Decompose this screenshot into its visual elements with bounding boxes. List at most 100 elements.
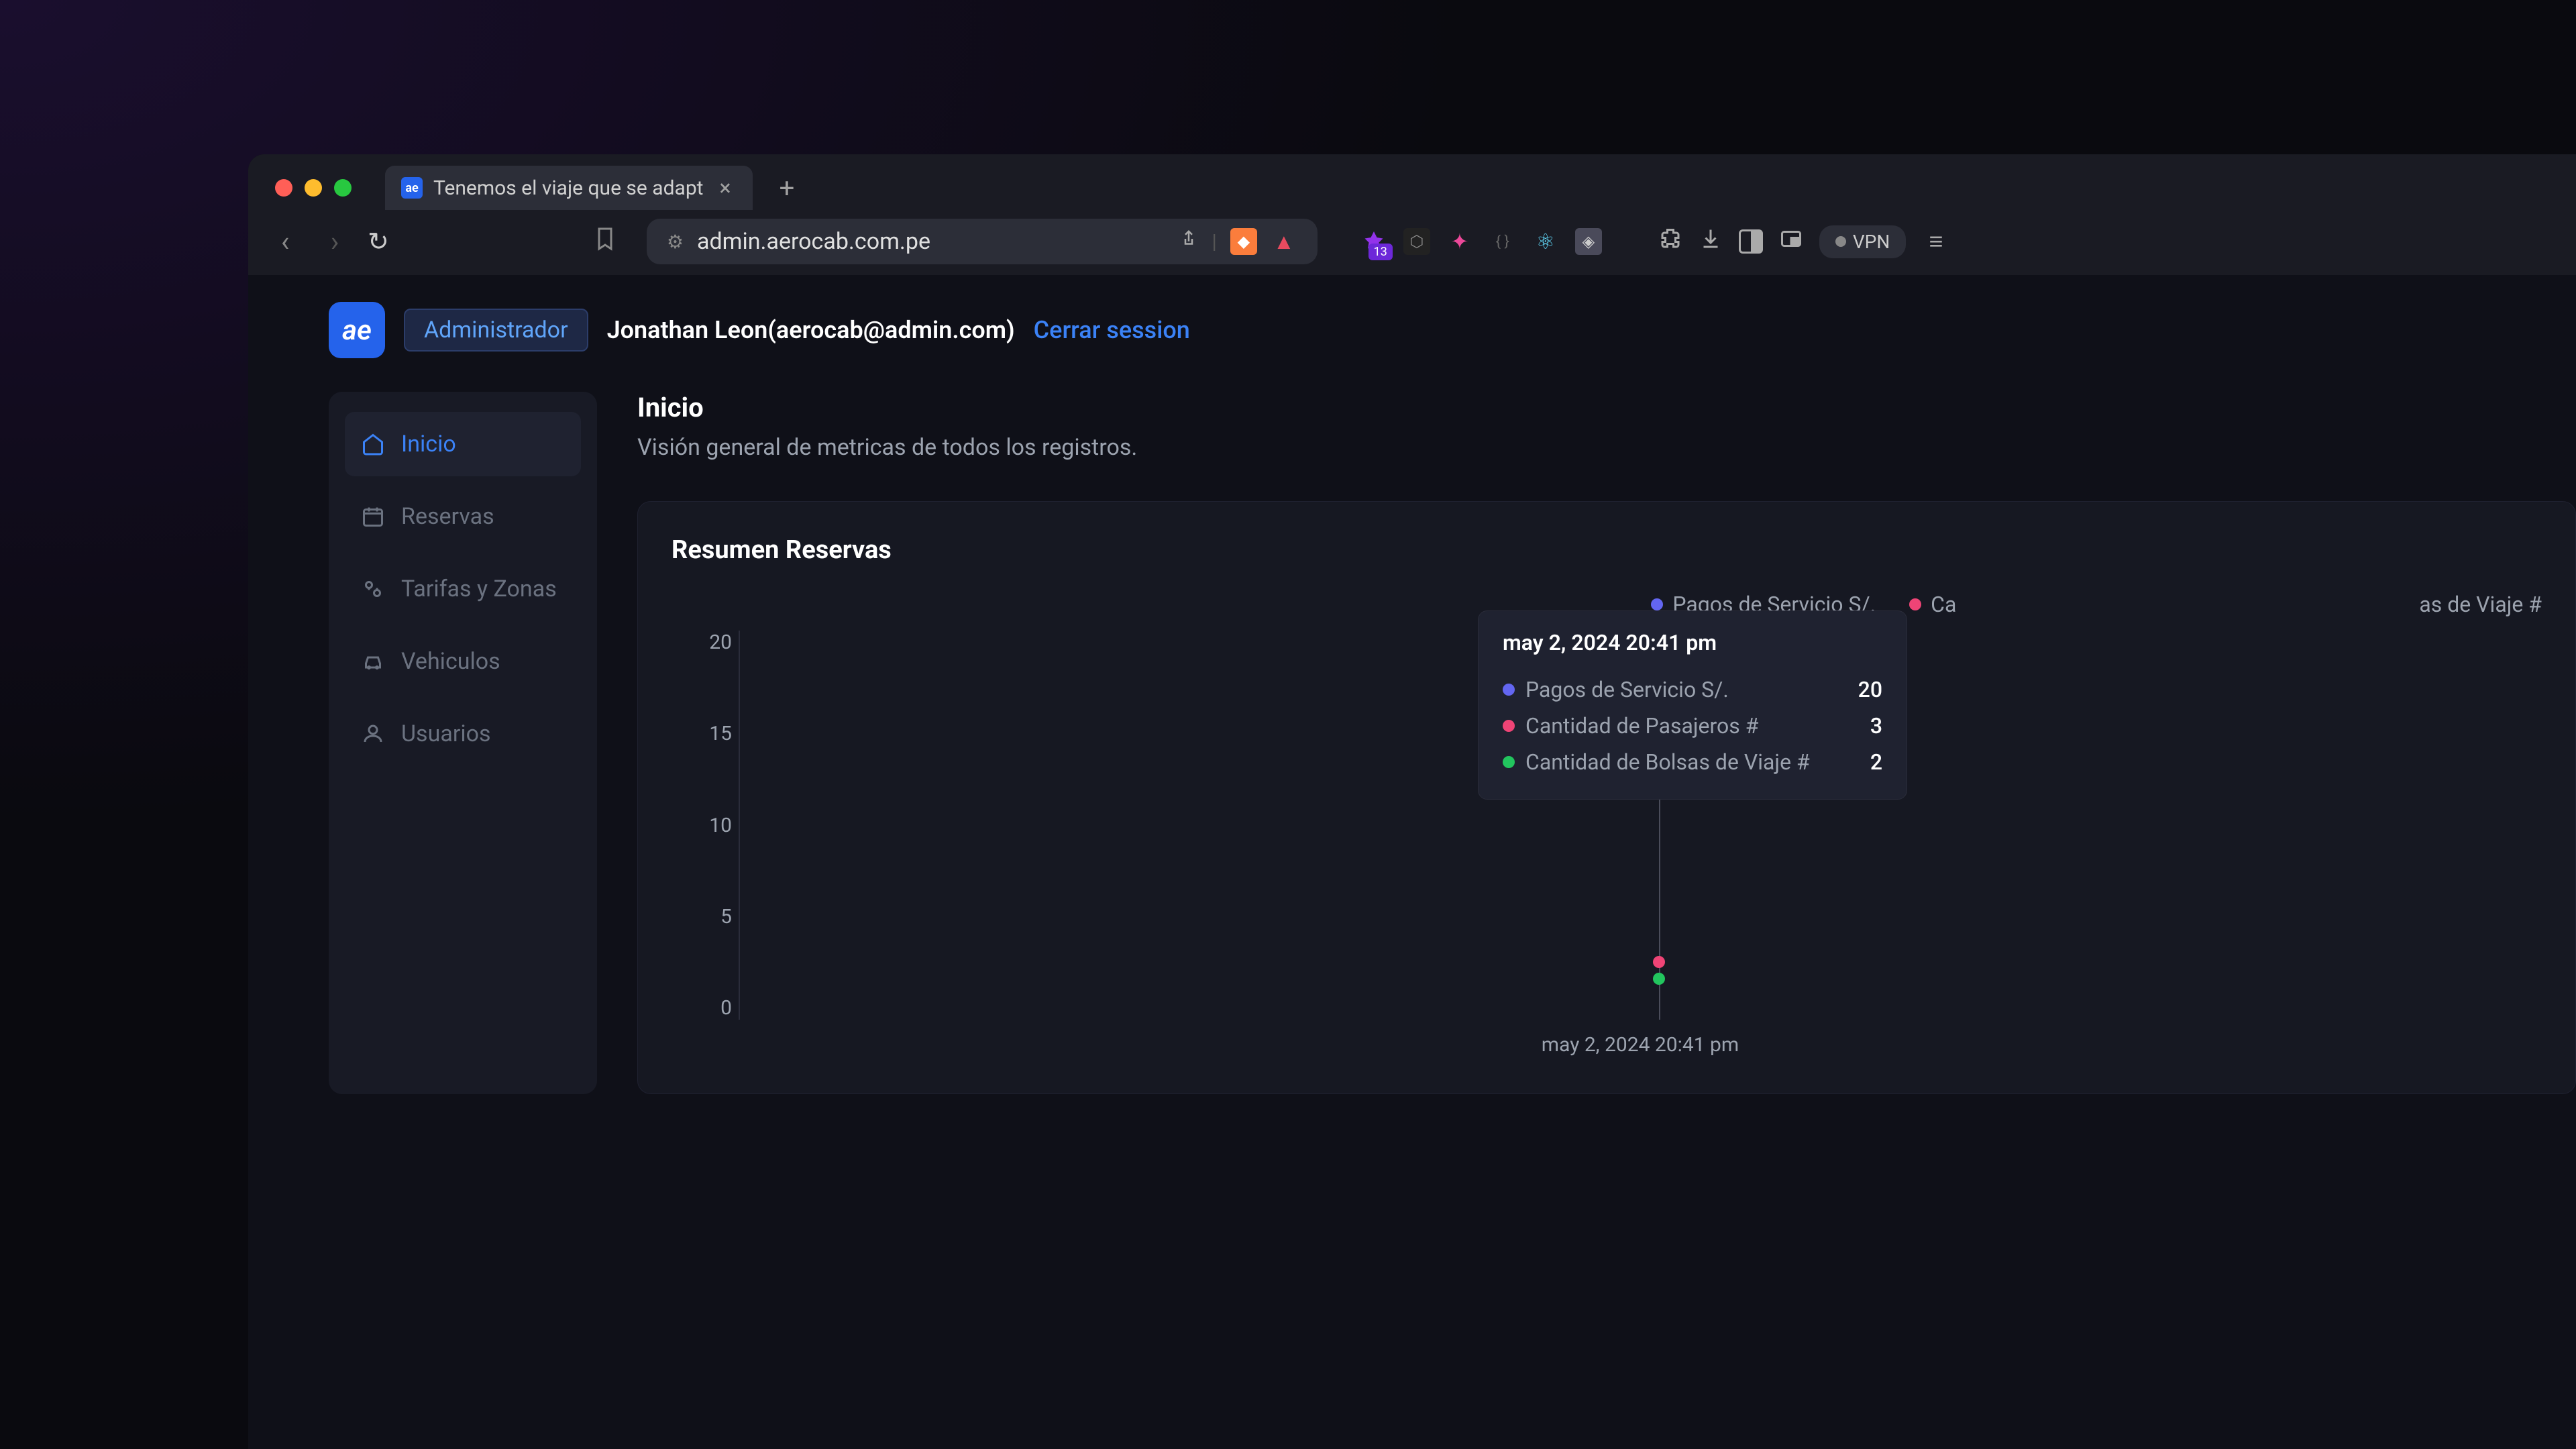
extension-icon-2[interactable]: ⬡ (1403, 228, 1430, 255)
tooltip-value: 3 (1870, 713, 1882, 739)
tooltip-label: Pagos de Servicio S/. (1525, 677, 1729, 702)
tooltip-row: Cantidad de Bolsas de Viaje # 2 (1503, 744, 1882, 780)
tooltip-dot-icon (1503, 720, 1515, 732)
tooltip-title: may 2, 2024 20:41 pm (1503, 630, 1882, 655)
tooltip-value: 2 (1870, 749, 1882, 775)
menu-button[interactable]: ≡ (1929, 227, 1943, 256)
window-close-button[interactable] (275, 179, 292, 197)
page-title: Inicio (637, 392, 2576, 423)
data-point-bolsas[interactable] (1653, 973, 1665, 985)
location-icon (361, 577, 385, 601)
logout-link[interactable]: Cerrar session (1034, 316, 1190, 344)
sidebar: Inicio Reservas Tarifas y Zonas (329, 392, 597, 1094)
y-tick: 0 (720, 996, 732, 1020)
legend-dot-icon (1909, 598, 1921, 610)
sidebar-item-label: Inicio (401, 431, 456, 458)
tab-bar: ae Tenemos el viaje que se adapt × + (248, 154, 2576, 208)
toolbar-right-group: VPN ≡ (1658, 225, 1943, 258)
brave-shield-icon[interactable]: ◆ (1230, 228, 1257, 255)
vpn-status-dot (1835, 236, 1846, 247)
calendar-icon (361, 504, 385, 529)
sidebar-toggle-button[interactable] (1739, 229, 1763, 254)
url-text: admin.aerocab.com.pe (697, 228, 1165, 255)
sidebar-item-tarifas[interactable]: Tarifas y Zonas (345, 557, 581, 621)
y-axis: 20 15 10 5 0 (672, 631, 732, 1020)
window-controls (262, 179, 352, 197)
x-axis-label: may 2, 2024 20:41 pm (739, 1020, 2542, 1057)
sidebar-item-usuarios[interactable]: Usuarios (345, 702, 581, 766)
tab-favicon: ae (401, 177, 423, 199)
app-header: ae Administrador Jonathan Leon(aerocab@a… (329, 302, 2576, 392)
legend-dot-icon (1651, 598, 1663, 610)
app-content: ae Administrador Jonathan Leon(aerocab@a… (248, 275, 2576, 1449)
extension-badge: 13 (1368, 244, 1393, 260)
tooltip-row: Pagos de Servicio S/. 20 (1503, 672, 1882, 708)
pip-button[interactable] (1779, 227, 1803, 257)
sidebar-item-reservas[interactable]: Reservas (345, 484, 581, 549)
vpn-label: VPN (1853, 231, 1890, 253)
url-bar[interactable]: ⚙ admin.aerocab.com.pe | ◆ ▲ (647, 219, 1318, 264)
share-button[interactable] (1179, 229, 1199, 254)
browser-tab[interactable]: ae Tenemos el viaje que se adapt × (385, 166, 753, 210)
tooltip-dot-icon (1503, 756, 1515, 768)
chart-card: Resumen Reservas Pagos de Servicio S/. C… (637, 501, 2576, 1094)
sidebar-item-label: Tarifas y Zonas (401, 576, 557, 602)
y-tick: 20 (709, 631, 732, 654)
extension-icon-1[interactable]: 13 (1360, 228, 1387, 255)
back-button[interactable]: ‹ (268, 225, 302, 258)
sidebar-item-label: Vehiculos (401, 648, 500, 675)
tooltip-label: Cantidad de Pasajeros # (1525, 713, 1758, 739)
legend-item-pasajeros[interactable]: Ca (1909, 592, 1956, 617)
chart-title: Resumen Reservas (672, 535, 2542, 565)
data-point-pasajeros[interactable] (1653, 956, 1665, 968)
react-devtools-icon[interactable]: ⚛ (1532, 228, 1559, 255)
home-icon (361, 432, 385, 456)
sidebar-item-label: Reservas (401, 503, 494, 530)
sidebar-item-vehiculos[interactable]: Vehiculos (345, 629, 581, 694)
window-maximize-button[interactable] (334, 179, 352, 197)
car-icon (361, 649, 385, 674)
plot-area: may 2, 2024 20:41 pm Pagos de Servicio S… (739, 631, 2542, 1020)
main-content: Inicio Visión general de metricas de tod… (637, 392, 2576, 1094)
tab-close-button[interactable]: × (714, 175, 736, 201)
y-tick: 15 (709, 722, 732, 745)
reload-button[interactable]: ↻ (368, 227, 389, 257)
sidebar-item-label: Usuarios (401, 720, 491, 747)
legend-label: Ca (1931, 592, 1956, 617)
tooltip-value: 20 (1858, 677, 1882, 702)
chart-tooltip: may 2, 2024 20:41 pm Pagos de Servicio S… (1478, 610, 1907, 800)
extension-icon-4[interactable]: { } (1489, 228, 1516, 255)
tab-title: Tenemos el viaje que se adapt (433, 176, 703, 200)
y-tick: 5 (720, 905, 732, 928)
tooltip-label: Cantidad de Bolsas de Viaje # (1525, 749, 1810, 775)
page-subtitle: Visión general de metricas de todos los … (637, 434, 2576, 461)
chart-area[interactable]: 20 15 10 5 0 may 2, 2024 2 (672, 631, 2542, 1060)
user-name: Jonathan Leon(aerocab@admin.com) (607, 316, 1015, 344)
role-badge: Administrador (404, 309, 588, 352)
extension-icon-3[interactable]: ✦ (1446, 228, 1473, 255)
legend-label: as de Viaje # (2419, 592, 2542, 617)
app-logo[interactable]: ae (329, 302, 385, 358)
window-minimize-button[interactable] (305, 179, 322, 197)
tooltip-dot-icon (1503, 684, 1515, 696)
site-settings-icon[interactable]: ⚙ (667, 231, 684, 253)
browser-window: ae Tenemos el viaje que se adapt × + ‹ ›… (248, 154, 2576, 1449)
browser-toolbar: ‹ › ↻ ⚙ admin.aerocab.com.pe | ◆ ▲ 13 (248, 208, 2576, 275)
user-icon (361, 722, 385, 746)
divider: | (1212, 230, 1217, 254)
bookmark-button[interactable] (593, 227, 617, 257)
forward-button[interactable]: › (318, 225, 352, 258)
vpn-button[interactable]: VPN (1819, 225, 1906, 258)
downloads-button[interactable] (1699, 227, 1723, 257)
extension-icon-5[interactable]: ◈ (1575, 228, 1602, 255)
new-tab-button[interactable]: + (780, 172, 795, 204)
tooltip-row: Cantidad de Pasajeros # 3 (1503, 708, 1882, 744)
y-tick: 10 (709, 814, 732, 837)
legend-item-bolsas[interactable]: as de Viaje # (2419, 592, 2542, 617)
sidebar-item-inicio[interactable]: Inicio (345, 412, 581, 476)
browser-chrome: ae Tenemos el viaje que se adapt × + ‹ ›… (248, 154, 2576, 275)
main-layout: Inicio Reservas Tarifas y Zonas (329, 392, 2576, 1094)
extensions-button[interactable] (1658, 227, 1682, 257)
extension-group: 13 ⬡ ✦ { } ⚛ ◈ (1360, 228, 1602, 255)
brave-wallet-icon[interactable]: ▲ (1271, 228, 1297, 255)
